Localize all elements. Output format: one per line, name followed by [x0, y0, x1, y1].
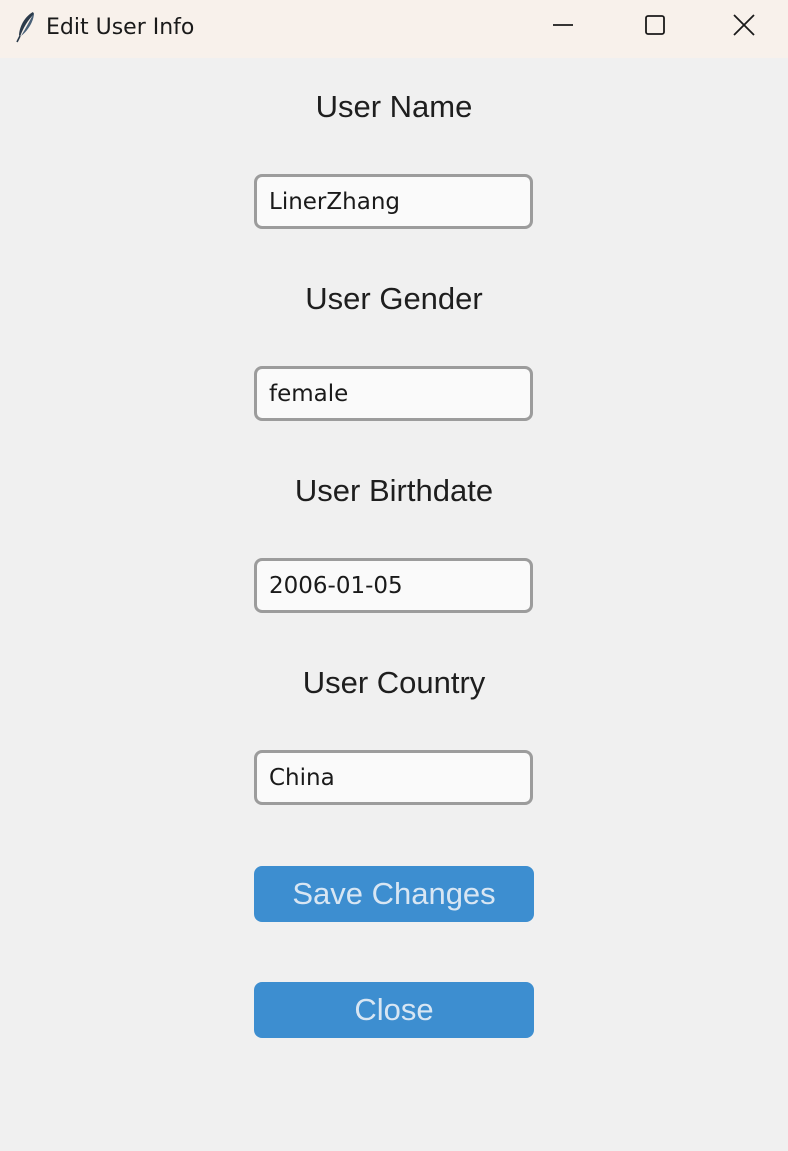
maximize-button[interactable] — [609, 0, 701, 54]
maximize-icon — [644, 14, 666, 41]
user-gender-input[interactable] — [254, 366, 533, 421]
close-icon — [733, 13, 755, 41]
title-bar[interactable]: Edit User Info — [0, 0, 788, 58]
user-country-input[interactable] — [254, 750, 533, 805]
minimize-button[interactable] — [517, 0, 609, 54]
save-changes-button[interactable]: Save Changes — [254, 866, 534, 922]
close-button[interactable]: Close — [254, 982, 534, 1038]
minimize-icon — [552, 14, 574, 41]
user-birthdate-label: User Birthdate — [294, 473, 494, 508]
user-country-label: User Country — [302, 665, 486, 700]
user-birthdate-input[interactable] — [254, 558, 533, 613]
feather-icon — [14, 10, 38, 44]
user-name-input[interactable] — [254, 174, 533, 229]
user-name-label: User Name — [315, 89, 473, 124]
user-gender-label: User Gender — [305, 281, 483, 316]
close-window-button[interactable] — [700, 0, 788, 54]
window-title: Edit User Info — [46, 15, 195, 40]
